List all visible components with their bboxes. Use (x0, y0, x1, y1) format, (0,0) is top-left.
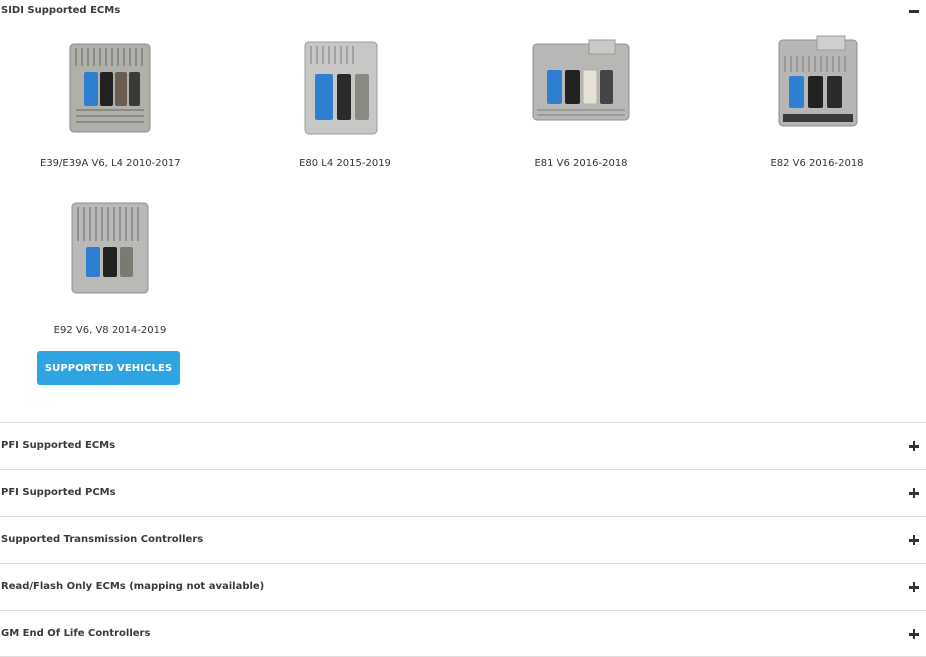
section-title: PFI Supported ECMs (1, 440, 116, 451)
accordion-header-end-of-life[interactable]: GM End Of Life Controllers (0, 610, 926, 657)
ecm-module-image (71, 202, 149, 294)
plus-icon[interactable] (908, 628, 920, 640)
ecm-item: E82 V6 2016-2018 (747, 34, 887, 199)
plus-icon[interactable] (908, 581, 920, 593)
plus-icon[interactable] (908, 534, 920, 546)
section-title: GM End Of Life Controllers (1, 628, 151, 639)
section-title: Read/Flash Only ECMs (mapping not availa… (1, 581, 265, 592)
accordion-header-pfi-pcms[interactable]: PFI Supported PCMs (0, 469, 926, 516)
accordion-header-read-flash-only[interactable]: Read/Flash Only ECMs (mapping not availa… (0, 563, 926, 610)
ecm-module-image (532, 39, 630, 121)
ecm-label: E92 V6, V8 2014-2019 (53, 325, 167, 336)
ecm-item: E92 V6, V8 2014-2019 (40, 201, 180, 366)
section-title: PFI Supported PCMs (1, 487, 116, 498)
accordion-header-pfi-ecms[interactable]: PFI Supported ECMs (0, 422, 926, 469)
ecm-module-image (304, 41, 378, 135)
ecm-label: E39/E39A V6, L4 2010-2017 (40, 158, 181, 169)
plus-icon[interactable] (908, 440, 920, 452)
ecm-label: E81 V6 2016-2018 (534, 158, 628, 169)
ecm-item: E81 V6 2016-2018 (511, 34, 651, 199)
ecm-label: E80 L4 2015-2019 (299, 158, 391, 169)
accordion-header-transmission-controllers[interactable]: Supported Transmission Controllers (0, 516, 926, 563)
section-title: SIDI Supported ECMs (1, 5, 121, 16)
ecm-item: E80 L4 2015-2019 (275, 34, 415, 199)
ecm-module-image (69, 43, 151, 133)
plus-icon[interactable] (908, 487, 920, 499)
ecm-label: E82 V6 2016-2018 (770, 158, 864, 169)
minus-icon[interactable] (908, 5, 920, 17)
ecm-item: E39/E39A V6, L4 2010-2017 (40, 34, 181, 199)
accordion-header-sidi-ecms[interactable]: SIDI Supported ECMs (0, 0, 926, 24)
ecm-module-image (778, 35, 858, 127)
supported-vehicles-button[interactable]: SUPPORTED VEHICLES (37, 351, 180, 385)
section-title: Supported Transmission Controllers (1, 534, 204, 545)
